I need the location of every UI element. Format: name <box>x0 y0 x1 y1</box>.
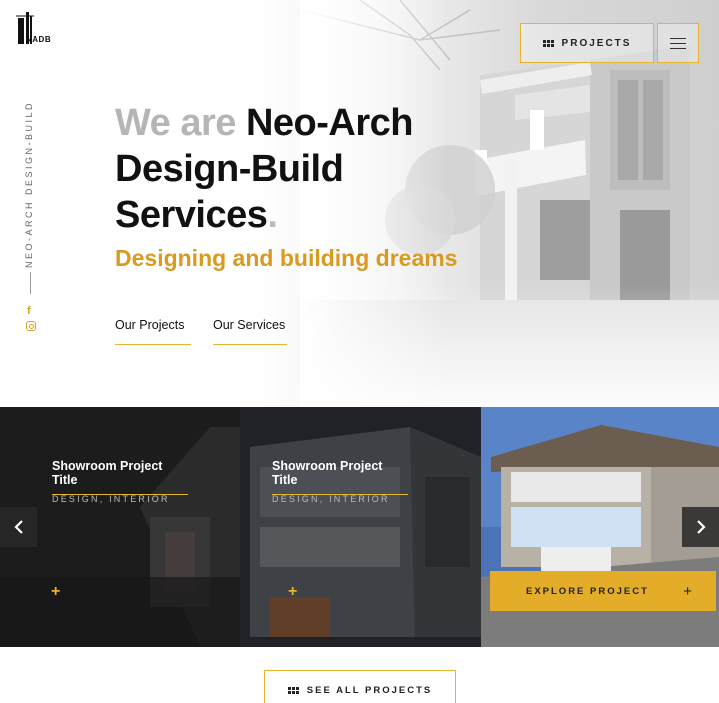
menu-button[interactable] <box>657 23 699 63</box>
plus-icon[interactable]: + <box>51 583 60 601</box>
hamburger-icon <box>670 37 686 39</box>
headline-muted: We are <box>115 102 246 144</box>
logo-text: NADB <box>26 35 52 44</box>
explore-project-label: EXPLORE PROJECT <box>526 585 649 597</box>
plus-icon: + <box>683 582 694 600</box>
headline-part-3: Services <box>115 194 268 236</box>
card-tags: DESIGN, INTERIOR <box>52 494 170 504</box>
headline-part-2: Design-Build <box>115 148 344 190</box>
project-image-building <box>240 407 481 647</box>
card-title: Showroom Project Title <box>272 459 408 495</box>
card-tags: DESIGN, INTERIOR <box>272 494 390 504</box>
our-services-link[interactable]: Our Services <box>213 318 287 345</box>
see-all-projects-button[interactable]: SEE ALL PROJECTS <box>264 670 456 703</box>
hero-headline: We are Neo-Arch Design-Build Services. <box>115 100 495 238</box>
carousel-next-button[interactable] <box>682 507 719 547</box>
chevron-left-icon <box>13 520 23 534</box>
vertical-divider <box>30 272 31 294</box>
see-all-projects-label: SEE ALL PROJECTS <box>306 684 433 696</box>
vertical-brand-text: NEO-ARCH DESIGN-BUILD <box>24 100 34 268</box>
our-projects-link[interactable]: Our Projects <box>115 318 191 345</box>
card-title: Showroom Project Title <box>52 459 188 495</box>
project-card[interactable]: Showroom Project Title DESIGN, INTERIOR … <box>240 407 481 647</box>
carousel-prev-button[interactable] <box>0 507 37 547</box>
instagram-icon[interactable] <box>26 321 36 331</box>
projects-button-label: PROJECTS <box>561 37 632 49</box>
hero-section: NADB PROJECTS NEO-ARCH DESIGN-BUILD f We… <box>0 0 719 407</box>
headline-dot: . <box>267 194 278 236</box>
facebook-icon[interactable]: f <box>27 305 31 317</box>
projects-carousel: Showroom Project Title DESIGN, INTERIOR … <box>0 407 719 647</box>
hero-tagline: Designing and building dreams <box>115 245 458 271</box>
projects-button[interactable]: PROJECTS <box>520 23 654 63</box>
grid-icon <box>542 39 554 47</box>
explore-project-button[interactable]: EXPLORE PROJECT + <box>490 571 716 611</box>
chevron-right-icon <box>696 520 706 534</box>
headline-part-1: Neo-Arch <box>245 102 414 144</box>
plus-icon[interactable]: + <box>288 583 297 601</box>
grid-icon <box>287 686 299 694</box>
